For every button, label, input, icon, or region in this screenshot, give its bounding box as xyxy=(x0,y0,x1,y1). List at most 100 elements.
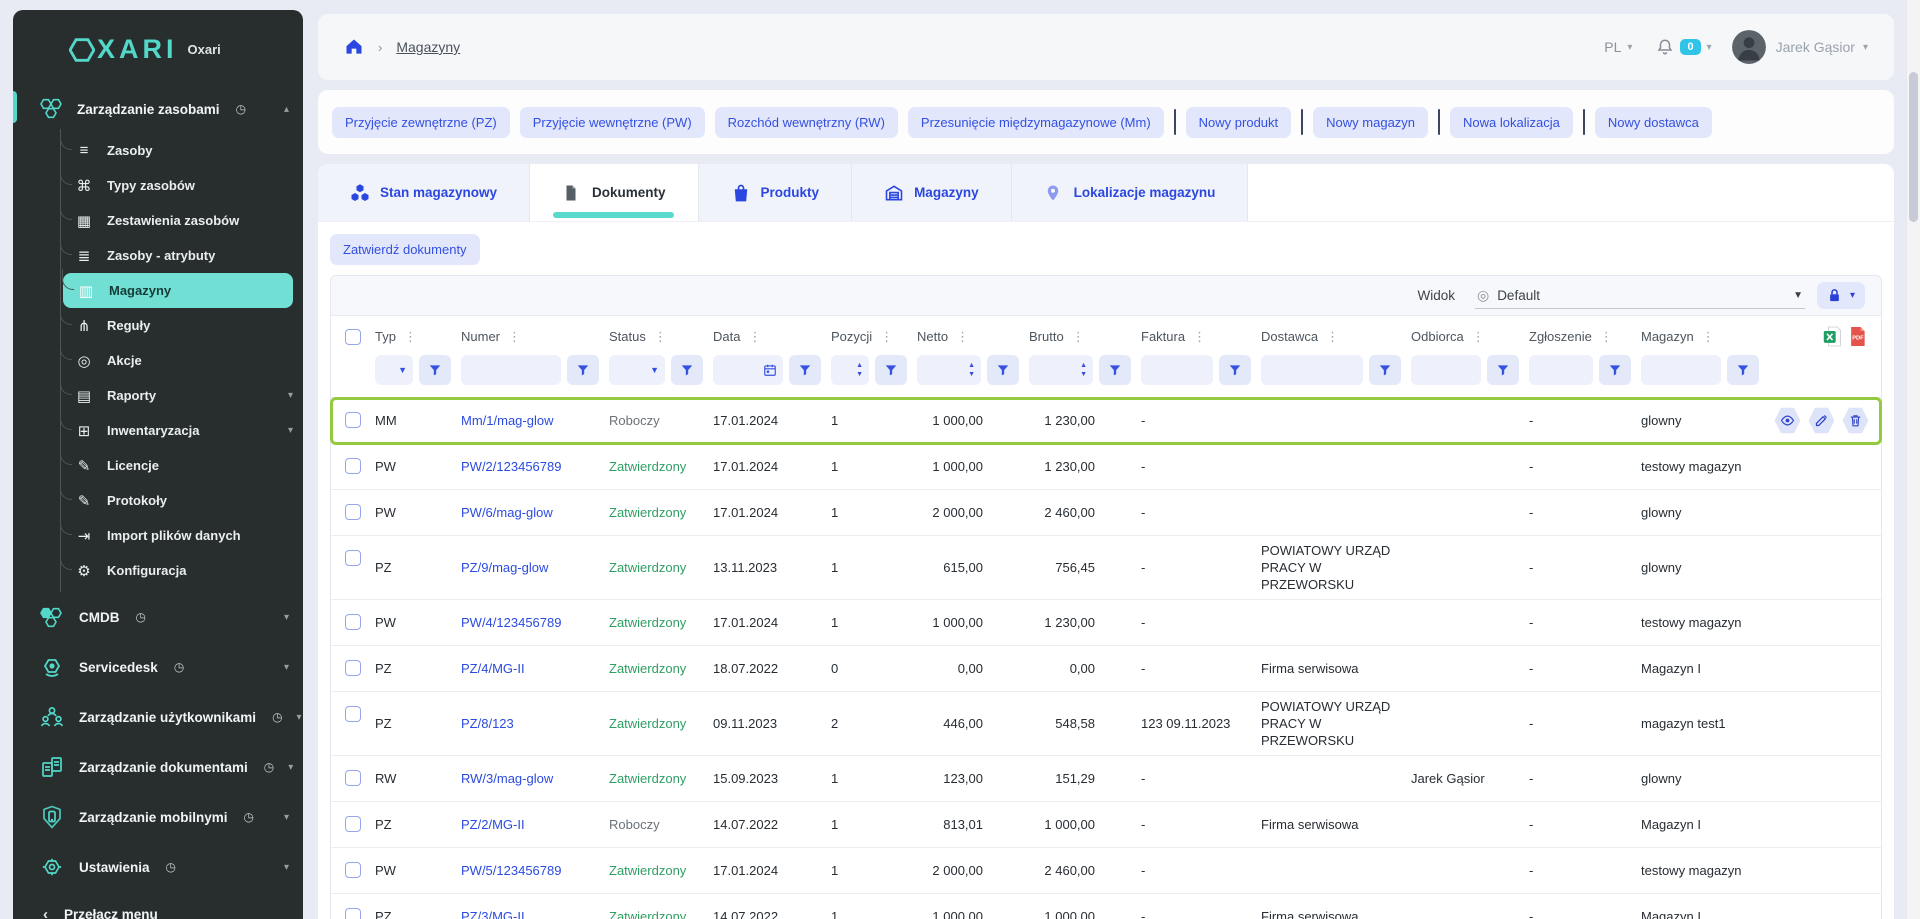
table-row[interactable]: PWPW/4/123456789Zatwierdzony17.01.202411… xyxy=(331,600,1881,646)
select-all-checkbox[interactable] xyxy=(345,329,361,345)
filter-funnel-button-numer[interactable] xyxy=(567,355,599,385)
export-excel-button[interactable] xyxy=(1823,326,1842,347)
column-menu-icon[interactable]: ⋮ xyxy=(956,329,969,345)
cell-numer[interactable]: PZ/8/123 xyxy=(461,709,609,738)
page-scrollbar[interactable] xyxy=(1906,0,1920,919)
sidebar-item-ustawienia[interactable]: Ustawienia◷▾ xyxy=(13,842,303,892)
table-row[interactable]: PWPW/5/123456789Zatwierdzony17.01.202412… xyxy=(331,848,1881,894)
row-checkbox[interactable] xyxy=(345,862,361,878)
rozchod-wewnetrzny-rw-button[interactable]: Rozchód wewnętrzny (RW) xyxy=(715,107,898,138)
filter-input-field-typ[interactable] xyxy=(375,355,413,385)
sidebar-item-akcje[interactable]: ◎Akcje xyxy=(61,343,293,378)
filter-funnel-button-dostawca[interactable] xyxy=(1369,355,1401,385)
column-menu-icon[interactable]: ⋮ xyxy=(1472,329,1485,345)
home-icon[interactable] xyxy=(344,37,364,57)
table-row[interactable]: PZPZ/9/mag-glowZatwierdzony13.11.2023161… xyxy=(331,536,1881,600)
sidebar-item-cmdb[interactable]: CMDB◷▾ xyxy=(13,592,303,642)
row-checkbox[interactable] xyxy=(345,614,361,630)
table-row[interactable]: PZPZ/4/MG-IIZatwierdzony18.07.202200,000… xyxy=(331,646,1881,692)
filter-input-field-magazyn[interactable] xyxy=(1641,355,1721,385)
filter-funnel-button-brutto[interactable] xyxy=(1099,355,1131,385)
sidebar-item-licencje[interactable]: ✎Licencje xyxy=(61,448,293,483)
table-row[interactable]: PWPW/2/123456789Zatwierdzony17.01.202411… xyxy=(331,444,1881,490)
row-checkbox[interactable] xyxy=(345,458,361,474)
sidebar-item-import-plikow-danych[interactable]: ⇥Import plików danych xyxy=(61,518,293,553)
filter-input-field-faktura[interactable] xyxy=(1141,355,1213,385)
sidebar-item-zarzadzanie-dokumentami[interactable]: Zarządzanie dokumentami◷▾ xyxy=(13,742,303,792)
filter-input-field-netto[interactable] xyxy=(917,355,981,385)
row-checkbox[interactable] xyxy=(345,816,361,832)
tab-magazyny[interactable]: Magazyny xyxy=(852,164,1012,221)
column-menu-icon[interactable]: ⋮ xyxy=(1600,329,1613,345)
cell-numer[interactable]: PZ/3/MG-II xyxy=(461,902,609,919)
cell-numer[interactable]: PW/5/123456789 xyxy=(461,856,609,885)
filter-input-field-data[interactable] xyxy=(713,355,783,385)
filter-funnel-button-odbiorca[interactable] xyxy=(1487,355,1519,385)
filter-input-field-dostawca[interactable] xyxy=(1261,355,1363,385)
sidebar-item-typy-zasobow[interactable]: ⌘Typy zasobów xyxy=(61,168,293,203)
sidebar-section-zarzadzanie-zasobami[interactable]: Zarządzanie zasobami ◷ ▴ xyxy=(13,85,303,133)
filter-input-field-odbiorca[interactable] xyxy=(1411,355,1481,385)
przyjecie-wewnetrzne-pw-button[interactable]: Przyjęcie wewnętrzne (PW) xyxy=(520,107,705,138)
filter-funnel-button-status[interactable] xyxy=(671,355,703,385)
view-button[interactable] xyxy=(1774,407,1801,434)
filter-funnel-button-magazyn[interactable] xyxy=(1727,355,1759,385)
app-logo[interactable]: XARI Oxari xyxy=(13,10,303,85)
column-menu-icon[interactable]: ⋮ xyxy=(1072,329,1085,345)
view-select[interactable]: ◎ Default ▼ xyxy=(1475,283,1805,309)
lock-view-button[interactable]: ▾ xyxy=(1817,282,1865,309)
sidebar-item-magazyny[interactable]: ▥Magazyny xyxy=(63,273,293,308)
notifications[interactable]: 0 ▾ xyxy=(1656,38,1711,56)
table-row[interactable]: MMMm/1/mag-glowRoboczy17.01.202411 000,0… xyxy=(331,398,1881,444)
nowa-lokalizacja-button[interactable]: Nowa lokalizacja xyxy=(1450,107,1573,138)
column-menu-icon[interactable]: ⋮ xyxy=(1702,329,1715,345)
approve-documents-button[interactable]: Zatwierdź dokumenty xyxy=(330,234,480,265)
filter-funnel-button-data[interactable] xyxy=(789,355,821,385)
filter-funnel-button-zgloszenie[interactable] xyxy=(1599,355,1631,385)
table-row[interactable]: PZPZ/3/MG-IIZatwierdzony14.07.202211 000… xyxy=(331,894,1881,919)
filter-funnel-button-netto[interactable] xyxy=(987,355,1019,385)
cell-numer[interactable]: RW/3/mag-glow xyxy=(461,764,609,793)
column-menu-icon[interactable]: ⋮ xyxy=(1193,329,1206,345)
table-row[interactable]: RWRW/3/mag-glowZatwierdzony15.09.2023112… xyxy=(331,756,1881,802)
table-row[interactable]: PWPW/6/mag-glowZatwierdzony17.01.202412 … xyxy=(331,490,1881,536)
edit-button[interactable] xyxy=(1808,407,1835,434)
avatar[interactable] xyxy=(1732,30,1766,64)
row-checkbox[interactable] xyxy=(345,706,361,722)
column-menu-icon[interactable]: ⋮ xyxy=(654,329,667,345)
language-selector[interactable]: PL ▾ xyxy=(1604,39,1632,55)
row-checkbox[interactable] xyxy=(345,660,361,676)
column-menu-icon[interactable]: ⋮ xyxy=(880,329,893,345)
column-menu-icon[interactable]: ⋮ xyxy=(748,329,761,345)
sidebar-item-reguly[interactable]: ⋔Reguły xyxy=(61,308,293,343)
sidebar-toggle[interactable]: ‹ Przełącz menu xyxy=(13,892,303,919)
sidebar-item-zarzadzanie-uzytkownikami[interactable]: Zarządzanie użytkownikami◷▾ xyxy=(13,692,303,742)
user-menu[interactable]: Jarek Gąsior ▾ xyxy=(1776,39,1868,55)
export-pdf-button[interactable]: PDF xyxy=(1848,326,1867,347)
filter-funnel-button-typ[interactable] xyxy=(419,355,451,385)
filter-funnel-button-faktura[interactable] xyxy=(1219,355,1251,385)
filter-input-field-numer[interactable] xyxy=(461,355,561,385)
row-checkbox[interactable] xyxy=(345,908,361,919)
delete-button[interactable] xyxy=(1842,407,1869,434)
sidebar-item-inwentaryzacja[interactable]: ⊞Inwentaryzacja▾ xyxy=(61,413,293,448)
cell-numer[interactable]: Mm/1/mag-glow xyxy=(461,406,609,435)
filter-funnel-button-pozycji[interactable] xyxy=(875,355,907,385)
row-checkbox[interactable] xyxy=(345,412,361,428)
sidebar-item-protokoly[interactable]: ✎Protokoły xyxy=(61,483,293,518)
sidebar-item-servicedesk[interactable]: Servicedesk◷▾ xyxy=(13,642,303,692)
przesuniecie-miedzymagazynowe-mm-button[interactable]: Przesunięcie międzymagazynowe (Mm) xyxy=(908,107,1164,138)
column-menu-icon[interactable]: ⋮ xyxy=(1326,329,1339,345)
nowy-dostawca-button[interactable]: Nowy dostawca xyxy=(1595,107,1712,138)
sidebar-item-konfiguracja[interactable]: ⚙Konfiguracja xyxy=(61,553,293,588)
sidebar-item-zestawienia-zasobow[interactable]: ▦Zestawienia zasobów xyxy=(61,203,293,238)
cell-numer[interactable]: PW/6/mag-glow xyxy=(461,498,609,527)
filter-input-field-brutto[interactable] xyxy=(1029,355,1093,385)
nowy-produkt-button[interactable]: Nowy produkt xyxy=(1186,107,1291,138)
row-checkbox[interactable] xyxy=(345,550,361,566)
tab-produkty[interactable]: Produkty xyxy=(699,164,853,221)
breadcrumb-link[interactable]: Magazyny xyxy=(396,39,460,55)
tab-lokalizacje-magazynu[interactable]: Lokalizacje magazynu xyxy=(1012,164,1249,221)
sidebar-item-zasoby[interactable]: ≡Zasoby xyxy=(61,133,293,168)
nowy-magazyn-button[interactable]: Nowy magazyn xyxy=(1313,107,1428,138)
